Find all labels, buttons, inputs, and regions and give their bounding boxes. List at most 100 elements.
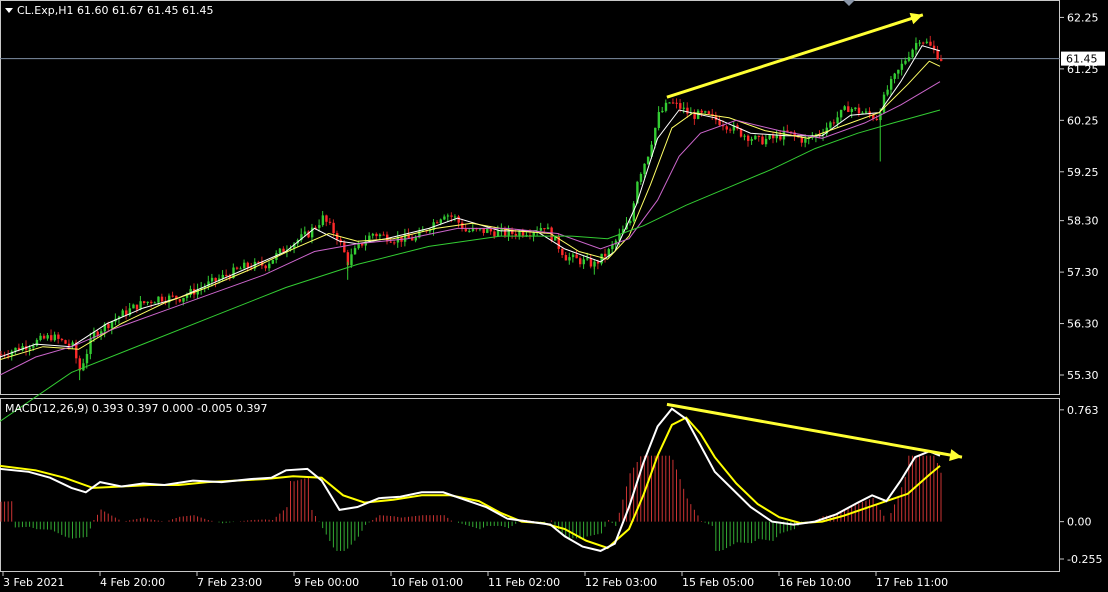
price-tick-label: 58.30: [1067, 215, 1099, 228]
candle-body: [393, 242, 396, 244]
candle-body: [42, 335, 46, 339]
candle-body: [150, 301, 153, 303]
candle-body: [375, 233, 378, 237]
candle-body: [214, 277, 217, 282]
candle-body: [60, 338, 64, 341]
macd-title: MACD(12,26,9) 0.393 0.397 0.000 -0.005 0…: [5, 402, 267, 415]
candle-body: [182, 297, 185, 302]
candle-body: [907, 57, 911, 61]
candle-body: [389, 241, 392, 243]
candle-body: [675, 102, 678, 104]
candle-body: [686, 107, 689, 114]
candle-body: [318, 225, 321, 228]
price-tick-label: 62.25: [1067, 11, 1099, 24]
candle-body: [914, 43, 918, 50]
candle-body: [668, 102, 671, 104]
candle-body: [110, 321, 114, 329]
svg-text:61.45: 61.45: [1066, 53, 1098, 66]
time-tick-label: 17 Feb 11:00: [876, 576, 948, 589]
candle-body: [28, 347, 31, 350]
time-tick-label: 10 Feb 01:00: [391, 576, 463, 589]
candle-body: [518, 231, 521, 236]
candle-body: [235, 267, 239, 269]
candle-body: [704, 111, 707, 113]
candle-body: [718, 120, 721, 126]
price-tick-label: 60.25: [1067, 114, 1099, 127]
candle-body: [897, 69, 900, 74]
candle-body: [643, 163, 646, 174]
candle-body: [800, 137, 804, 143]
candle-body: [543, 228, 546, 230]
candle-body: [671, 102, 675, 104]
candle-body: [496, 230, 500, 237]
candle-body: [453, 216, 457, 218]
candle-body: [332, 222, 335, 234]
candle-body: [439, 219, 443, 224]
candle-body: [32, 345, 35, 348]
candle-body: [679, 103, 682, 109]
candle-body: [135, 304, 139, 310]
candle-body: [589, 258, 593, 267]
candle-body: [243, 262, 246, 269]
candle-body: [153, 302, 157, 304]
candle-body: [414, 237, 418, 241]
candle-body: [546, 227, 550, 230]
macd-tick-label: -0.255: [1067, 553, 1102, 566]
candle-body: [450, 215, 453, 217]
time-tick-label: 3 Feb 2021: [3, 576, 64, 589]
candle-body: [539, 228, 543, 231]
candle-body: [900, 63, 904, 70]
time-tick-label: 11 Feb 02:00: [488, 576, 560, 589]
candle-body: [343, 242, 346, 253]
candle-body: [829, 122, 832, 128]
candle-body: [893, 73, 896, 79]
candle-body: [604, 253, 607, 257]
candle-body: [889, 78, 893, 90]
candle-body: [107, 323, 110, 329]
candle-body: [936, 49, 939, 60]
candle-body: [246, 262, 250, 268]
candle-body: [353, 248, 357, 255]
candle-body: [875, 118, 879, 121]
candle-body: [489, 228, 493, 232]
candle-body: [67, 343, 71, 346]
candle-body: [646, 156, 650, 164]
candle-body: [596, 261, 600, 264]
candle-body: [729, 129, 732, 131]
candle-body: [561, 248, 564, 256]
candle-body: [918, 42, 921, 44]
candle-body: [864, 111, 868, 113]
candle-body: [132, 304, 135, 309]
candle-body: [46, 335, 49, 339]
chart-canvas: 62.2561.2560.2559.2558.3057.3056.3055.30…: [0, 0, 1108, 592]
candle-body: [804, 138, 807, 143]
candle-body: [757, 135, 761, 137]
candle-body: [457, 216, 460, 223]
candle-body: [371, 233, 375, 236]
candle-body: [35, 339, 39, 346]
candle-body: [682, 107, 686, 109]
candle-body: [772, 135, 775, 139]
candle-body: [725, 126, 728, 130]
candle-body: [707, 111, 711, 114]
candle-body: [50, 335, 53, 341]
candle-body: [568, 257, 571, 261]
candle-body: [579, 258, 582, 265]
time-tick-label: 9 Feb 00:00: [294, 576, 359, 589]
candle-body: [768, 135, 771, 139]
candle-body: [746, 135, 750, 141]
candle-body: [321, 215, 325, 226]
candle-body: [239, 268, 242, 270]
candle-body: [64, 340, 67, 344]
candle-body: [0, 354, 3, 356]
candle-body: [382, 234, 385, 236]
candle-body: [743, 135, 746, 137]
candle-body: [178, 299, 182, 302]
candle-body: [886, 89, 889, 95]
candle-body: [575, 254, 578, 259]
candle-body: [271, 259, 275, 264]
time-tick-label: 12 Feb 03:00: [585, 576, 657, 589]
candle-body: [278, 248, 282, 254]
candle-body: [160, 296, 164, 302]
candle-body: [171, 295, 174, 297]
